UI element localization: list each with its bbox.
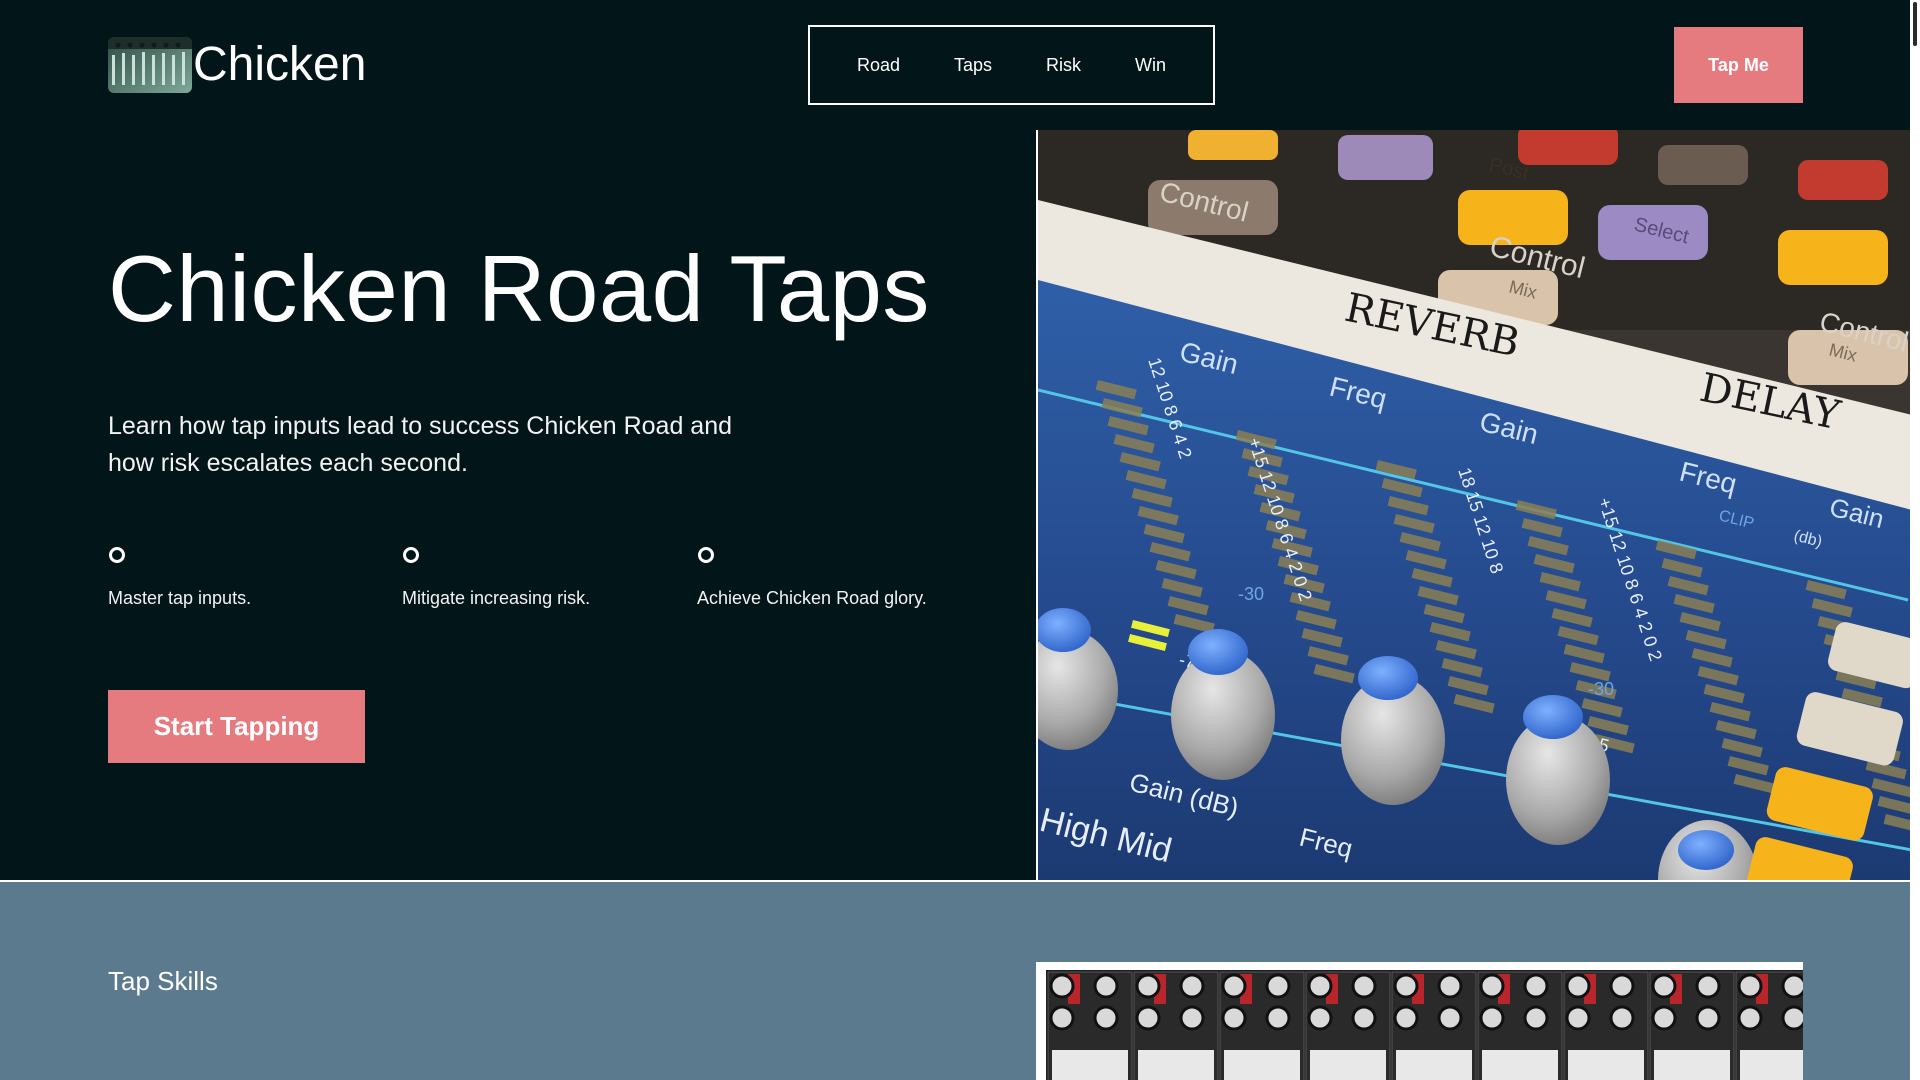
nav-link-taps[interactable]: Taps	[944, 49, 1002, 82]
feature-item: Mitigate increasing risk.	[402, 546, 590, 609]
hero-description: Learn how tap inputs lead to success Chi…	[108, 412, 732, 477]
svg-text:-30: -30	[1238, 584, 1264, 604]
nav-link-win[interactable]: Win	[1125, 49, 1176, 82]
mixer-image: Control Control Mix Control Mix Post Sel…	[1036, 130, 1910, 880]
rack-image	[1036, 962, 1803, 1080]
page: Chicken Road Taps Risk Win Tap Me Chicke…	[0, 0, 1920, 1080]
feature-item: Master tap inputs.	[108, 546, 251, 609]
scrollbar-thumb[interactable]	[1913, 2, 1917, 46]
ring-icon	[108, 546, 126, 564]
feature-text: Mitigate increasing risk.	[402, 588, 591, 608]
logo-text: Chicken	[193, 38, 367, 91]
svg-text:-30: -30	[1588, 679, 1614, 699]
nav-link-risk[interactable]: Risk	[1036, 49, 1091, 82]
feature-text: Achieve Chicken Road glory.	[697, 588, 927, 608]
logo-image	[108, 37, 192, 93]
page-scrollbar[interactable]	[1910, 0, 1920, 1080]
hero-title: Chicken Road Taps	[108, 236, 930, 341]
tap-me-button[interactable]: Tap Me	[1674, 27, 1803, 103]
ring-icon	[402, 546, 420, 564]
hero-section: Chicken Road Taps Learn how tap inputs l…	[0, 130, 1910, 880]
ring-icon	[697, 546, 715, 564]
feature-item: Achieve Chicken Road glory.	[697, 546, 927, 609]
main-nav: Road Taps Risk Win	[808, 25, 1215, 105]
feature-list: Master tap inputs. Mitigate increasing r…	[108, 546, 1008, 626]
nav-link-road[interactable]: Road	[847, 49, 910, 82]
tap-skills-section: Tap Skills	[0, 880, 1910, 1080]
feature-text: Master tap inputs.	[108, 588, 252, 608]
start-tapping-button[interactable]: Start Tapping	[108, 690, 365, 763]
logo-link[interactable]: Chicken	[108, 37, 366, 93]
site-header: Chicken Road Taps Risk Win Tap Me	[0, 0, 1910, 130]
section-title: Tap Skills	[108, 966, 218, 996]
